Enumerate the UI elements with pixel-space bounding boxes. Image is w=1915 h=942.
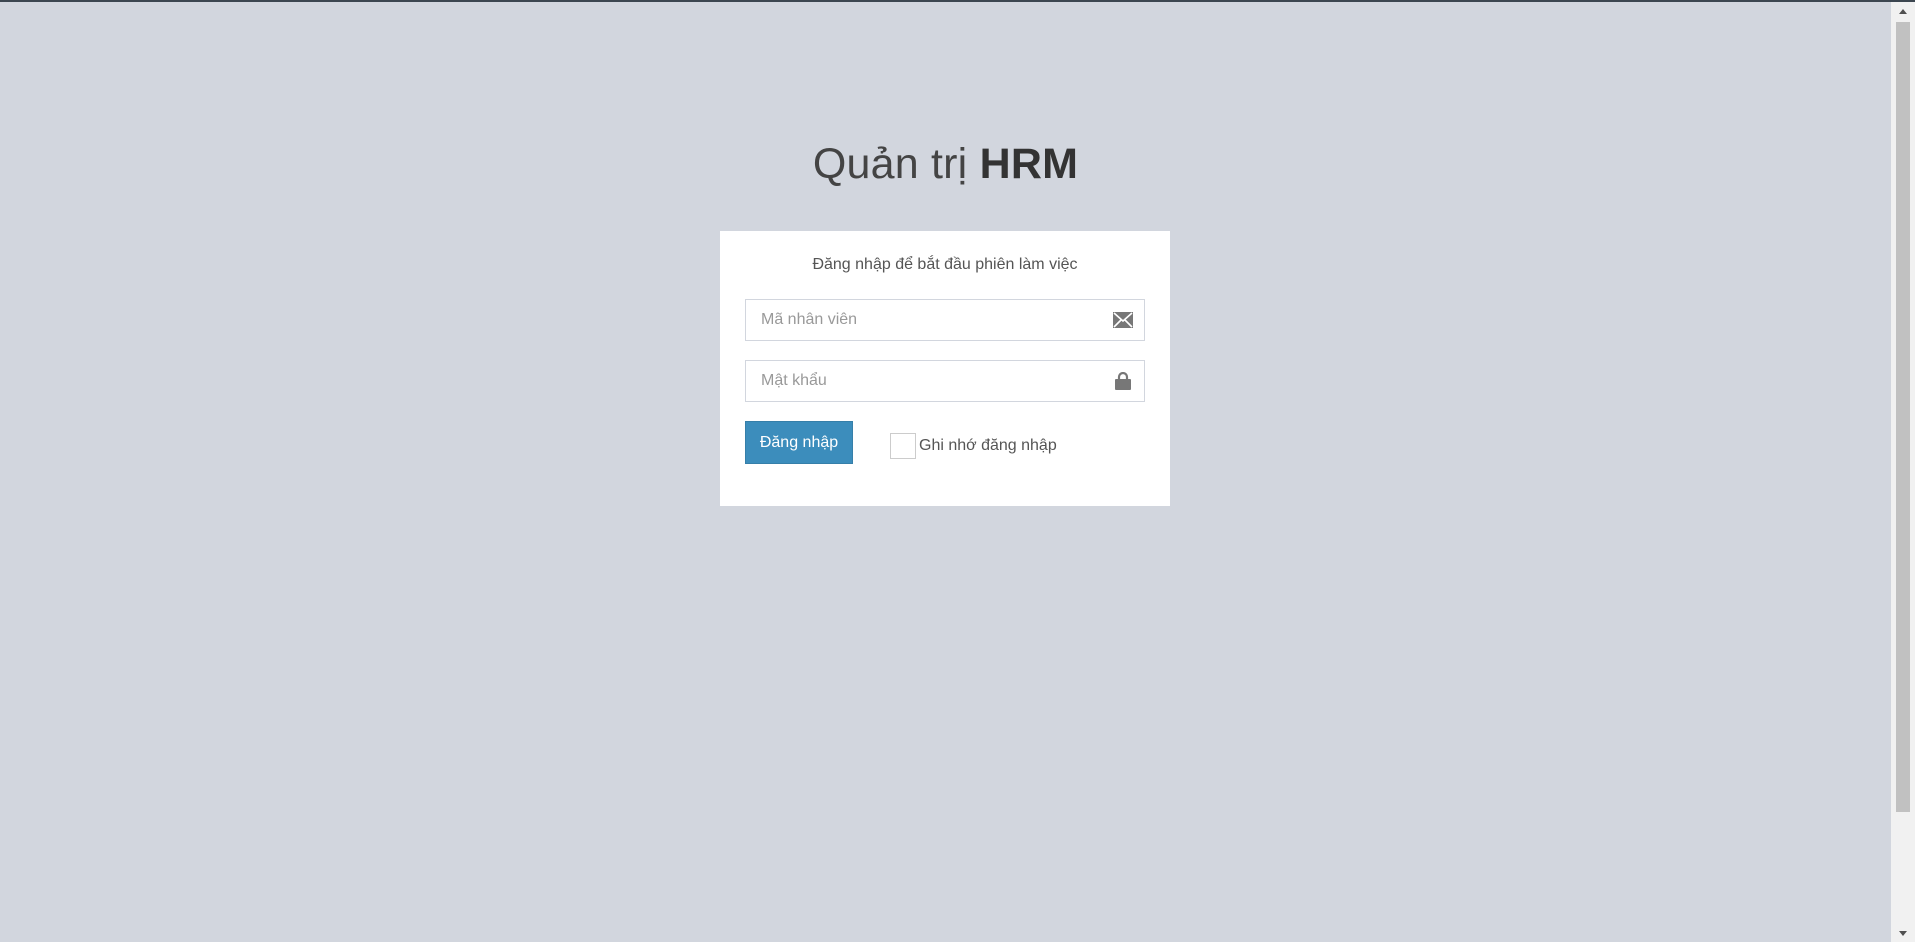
password-group — [745, 360, 1145, 402]
scroll-down-arrow-icon[interactable] — [1891, 924, 1915, 942]
login-button[interactable]: Đăng nhập — [745, 421, 853, 464]
logo-bold-text: HRM — [979, 140, 1079, 188]
app-logo: Quản trị HRM — [0, 140, 1891, 189]
lock-icon — [1113, 371, 1133, 391]
remember-me-label: Ghi nhớ đăng nhập — [919, 437, 1057, 454]
employee-id-group — [745, 299, 1145, 341]
logo-light-text: Quản trị — [812, 140, 980, 188]
employee-id-input[interactable] — [745, 299, 1145, 341]
scrollbar-thumb[interactable] — [1896, 22, 1910, 812]
password-input[interactable] — [745, 360, 1145, 402]
vertical-scrollbar[interactable] — [1891, 2, 1915, 942]
login-actions: Đăng nhập Ghi nhớ đăng nhập — [745, 421, 1145, 465]
remember-me-checkbox[interactable] — [890, 433, 916, 459]
scroll-up-arrow-icon[interactable] — [1891, 2, 1915, 20]
remember-me[interactable]: Ghi nhớ đăng nhập — [890, 433, 1057, 459]
login-box-message: Đăng nhập để bắt đầu phiên làm việc — [812, 256, 1078, 273]
envelope-icon — [1113, 310, 1133, 330]
login-box: Đăng nhập để bắt đầu phiên làm việc Đăng… — [720, 231, 1170, 506]
